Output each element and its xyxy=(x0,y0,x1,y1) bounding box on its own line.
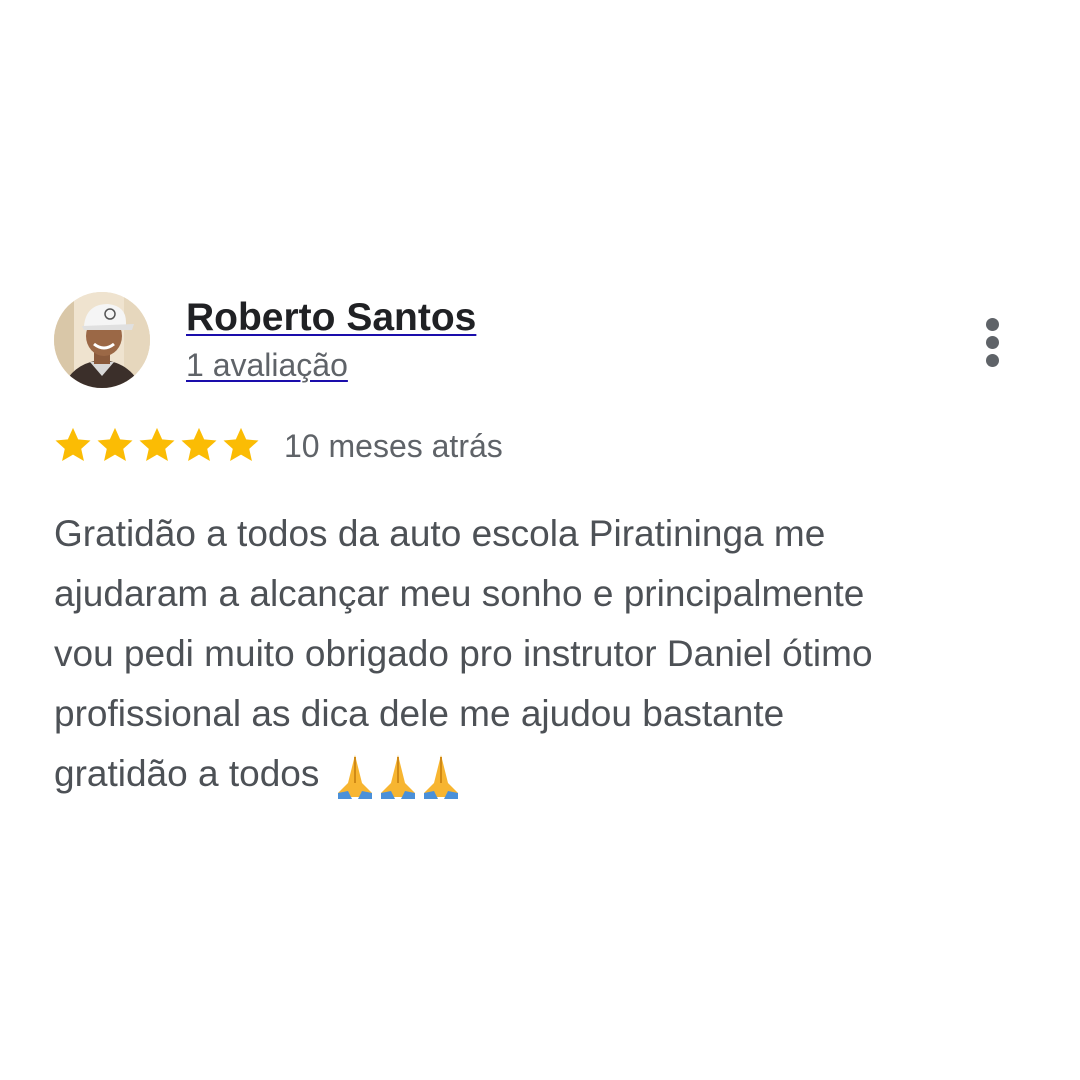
star-icon xyxy=(220,424,262,466)
review-text: Gratidão a todos da auto escola Piratini… xyxy=(54,504,1044,804)
review-date: 10 meses atrás xyxy=(284,428,503,464)
reviewer-review-count[interactable]: 1 avaliação xyxy=(186,344,348,386)
more-vert-icon-dot xyxy=(986,336,999,349)
review-text-line: gratidão a todos xyxy=(54,753,320,794)
review-text-line: profissional as dica dele me ajudou bast… xyxy=(54,693,785,734)
review-card: Roberto Santos 1 avaliação 10 meses atrá… xyxy=(0,0,1080,1080)
star-rating xyxy=(52,424,262,466)
reviewer-name[interactable]: Roberto Santos xyxy=(186,294,476,342)
more-vert-icon-dot xyxy=(986,318,999,331)
star-icon xyxy=(94,424,136,466)
more-options-button[interactable] xyxy=(968,310,1018,374)
review-text-line: vou pedi muito obrigado pro instrutor Da… xyxy=(54,633,873,674)
star-icon xyxy=(178,424,220,466)
star-icon xyxy=(136,424,178,466)
review-text-last-line: gratidão a todos xyxy=(54,744,1044,804)
star-icon xyxy=(52,424,94,466)
review-text-line: Gratidão a todos da auto escola Piratini… xyxy=(54,513,826,554)
praying-hands-emoji xyxy=(334,753,464,800)
avatar[interactable] xyxy=(54,292,150,388)
review-text-line: ajudaram a alcançar meu sonho e principa… xyxy=(54,573,865,614)
more-vert-icon-dot xyxy=(986,354,999,367)
